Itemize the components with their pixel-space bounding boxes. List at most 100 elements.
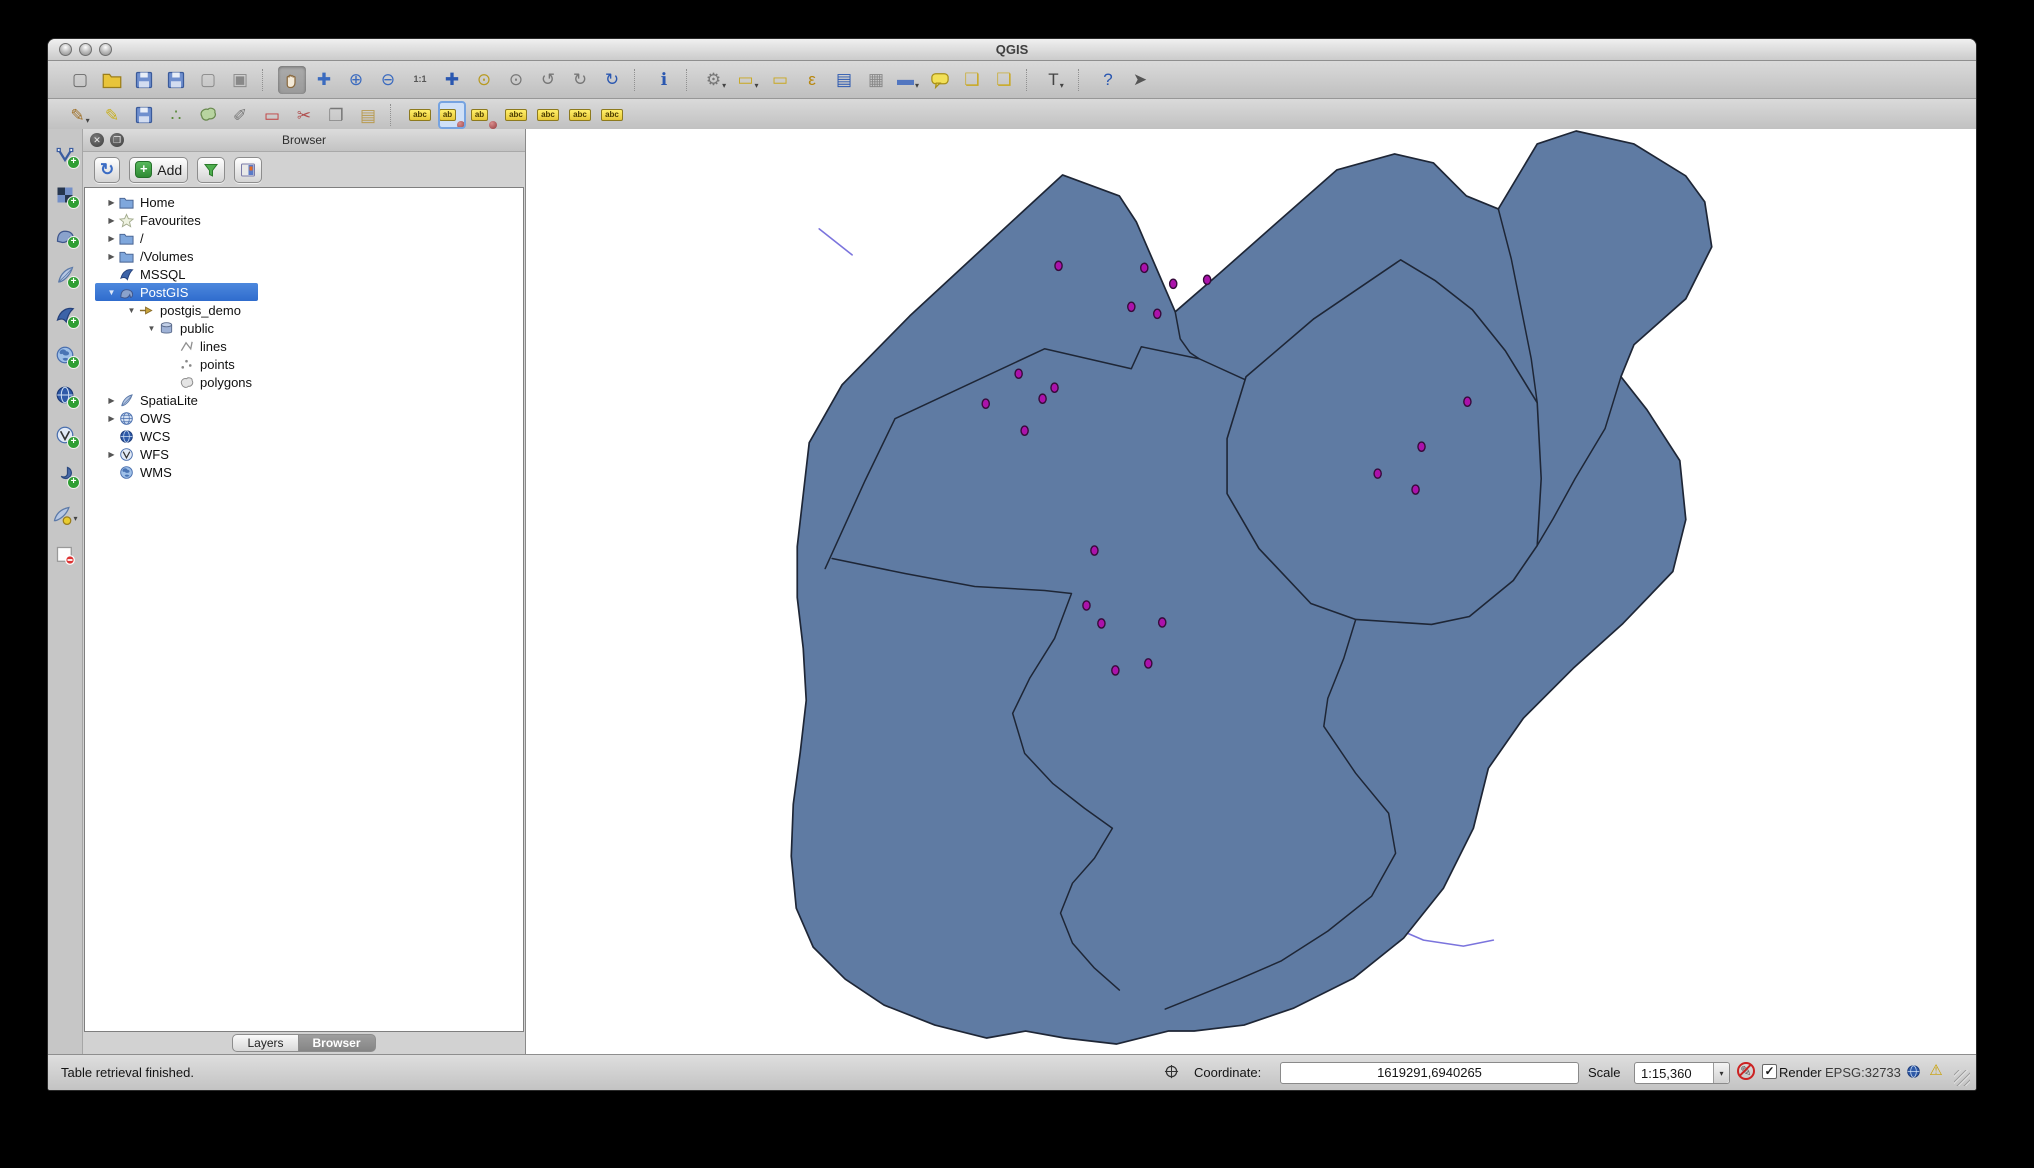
cut-features-button[interactable]: ✂ — [290, 101, 318, 129]
tree-item-home[interactable]: ▶Home — [85, 193, 523, 211]
zoom-next-button[interactable]: ↻ — [566, 66, 594, 94]
refresh-map-button[interactable]: ↻ — [598, 66, 626, 94]
map-tips-button[interactable]: ⚙▾ — [702, 66, 730, 94]
identify-features-button[interactable]: ℹ — [650, 66, 678, 94]
dropdown-arrow-icon[interactable]: ▾ — [755, 81, 759, 94]
add-postgis-layer-button[interactable]: + — [52, 223, 78, 247]
tree-item--[interactable]: ▶/ — [85, 229, 523, 247]
expander-right-icon[interactable]: ▶ — [105, 234, 118, 243]
add-mssql-layer-button[interactable]: + — [52, 303, 78, 327]
map-annotation-button[interactable] — [926, 66, 954, 94]
new-spatialite-layer-button[interactable]: ▾ — [52, 503, 78, 527]
tree-item-points[interactable]: points — [85, 355, 523, 373]
tree-item-wcs[interactable]: WCS — [85, 427, 523, 445]
tree-item-mssql[interactable]: MSSQL — [85, 265, 523, 283]
add-wcs-layer-button[interactable]: + — [52, 383, 78, 407]
pan-to-selection-button[interactable]: ✚ — [310, 66, 338, 94]
add-selected-layers-button[interactable]: + Add — [129, 157, 188, 183]
refresh-browser-button[interactable]: ↻ — [94, 157, 120, 183]
deselect-features-button[interactable]: ▭ — [766, 66, 794, 94]
label-pin-button[interactable]: ab — [438, 101, 466, 129]
minimize-window-button[interactable] — [79, 43, 92, 56]
tab-browser[interactable]: Browser — [299, 1034, 376, 1052]
label-visibility-button[interactable]: abc — [502, 101, 530, 129]
zoom-out-button[interactable]: ⊖ — [374, 66, 402, 94]
crs-projection-icon[interactable] — [1903, 1062, 1923, 1080]
dropdown-arrow-icon[interactable]: ▾ — [73, 514, 77, 527]
expander-right-icon[interactable]: ▶ — [105, 414, 118, 423]
remove-layer-button[interactable] — [52, 543, 78, 567]
zoom-last-button[interactable]: ↺ — [534, 66, 562, 94]
new-print-composer-button[interactable]: ▢ — [194, 66, 222, 94]
dropdown-arrow-icon[interactable]: ▾ — [86, 116, 90, 129]
add-polygon-feature-button[interactable] — [194, 101, 222, 129]
chevron-down-icon[interactable]: ▾ — [1713, 1063, 1729, 1083]
expander-right-icon[interactable]: ▶ — [105, 396, 118, 405]
scale-combo[interactable]: 1:15,360 ▾ — [1634, 1062, 1730, 1084]
dropdown-arrow-icon[interactable]: ▾ — [1060, 81, 1064, 94]
add-vector-layer-button[interactable]: + — [52, 143, 78, 167]
current-edits-button[interactable]: ✎▾ — [66, 101, 94, 129]
save-project-as-button[interactable] — [162, 66, 190, 94]
save-layer-edits-button[interactable] — [130, 101, 158, 129]
filter-browser-button[interactable] — [197, 157, 225, 183]
dropdown-arrow-icon[interactable]: ▾ — [915, 81, 919, 94]
close-window-button[interactable] — [59, 43, 72, 56]
zoom-full-button[interactable]: ✚ — [438, 66, 466, 94]
paste-features-button[interactable]: ▤ — [354, 101, 382, 129]
tree-item-public[interactable]: ▼public — [85, 319, 523, 337]
delete-selected-button[interactable]: ▭ — [258, 101, 286, 129]
zoom-to-selection-button[interactable]: ⊙ — [470, 66, 498, 94]
label-properties-button[interactable]: abc — [598, 101, 626, 129]
add-point-feature-button[interactable]: ∴ — [162, 101, 190, 129]
title-bar[interactable]: QGIS — [48, 39, 1976, 61]
copy-features-button[interactable]: ❐ — [322, 101, 350, 129]
map-canvas[interactable] — [525, 129, 1976, 1055]
show-bookmarks-button[interactable]: ❏ — [990, 66, 1018, 94]
field-calculator-button[interactable]: ε — [798, 66, 826, 94]
tree-item-lines[interactable]: lines — [85, 337, 523, 355]
label-rotate-button[interactable]: abc — [566, 101, 594, 129]
add-wfs-layer-button[interactable]: + — [52, 423, 78, 447]
expander-down-icon[interactable]: ▼ — [105, 288, 118, 297]
select-features-button[interactable]: ▭▾ — [734, 66, 762, 94]
zoom-in-button[interactable]: ⊕ — [342, 66, 370, 94]
tab-layers[interactable]: Layers — [232, 1034, 298, 1052]
open-attribute-table-button[interactable]: ▤ — [830, 66, 858, 94]
node-tool-button[interactable]: ✐ — [226, 101, 254, 129]
tree-item-postgis-demo[interactable]: ▼postgis_demo — [85, 301, 523, 319]
add-spatialite-layer-button[interactable]: + — [52, 263, 78, 287]
zoom-native-button[interactable]: 1:1 — [406, 66, 434, 94]
expander-right-icon[interactable]: ▶ — [105, 252, 118, 261]
add-oracle-layer-button[interactable]: + — [52, 463, 78, 487]
label-toolbar-button[interactable]: abc — [406, 101, 434, 129]
composer-manager-button[interactable]: ▣ — [226, 66, 254, 94]
tree-item-spatialite[interactable]: ▶SpatiaLite — [85, 391, 523, 409]
expander-down-icon[interactable]: ▼ — [125, 306, 138, 315]
label-pin-unpin-button[interactable]: ab — [470, 101, 498, 129]
tree-item-postgis[interactable]: ▼PostGIS — [85, 283, 523, 301]
pan-map-button[interactable] — [278, 66, 306, 94]
text-annotation-button[interactable]: T▾ — [1042, 66, 1070, 94]
expander-right-icon[interactable]: ▶ — [105, 450, 118, 459]
open-project-button[interactable] — [98, 66, 126, 94]
expander-right-icon[interactable]: ▶ — [105, 198, 118, 207]
statistical-summary-button[interactable]: ▦ — [862, 66, 890, 94]
new-project-button[interactable]: ▢ — [66, 66, 94, 94]
toggle-editing-button[interactable]: ✎ — [98, 101, 126, 129]
close-panel-icon[interactable]: ✕ — [90, 133, 104, 147]
messages-warning-icon[interactable]: ⚠ — [1926, 1061, 1946, 1079]
tree-item-ows[interactable]: ▶OWS — [85, 409, 523, 427]
tree-item--volumes[interactable]: ▶/Volumes — [85, 247, 523, 265]
add-wms-layer-button[interactable]: + — [52, 343, 78, 367]
save-project-button[interactable] — [130, 66, 158, 94]
whats-this-button[interactable]: ➤ — [1126, 66, 1154, 94]
tree-item-polygons[interactable]: polygons — [85, 373, 523, 391]
collapse-all-button[interactable] — [234, 157, 262, 183]
tree-item-wms[interactable]: WMS — [85, 463, 523, 481]
help-button[interactable]: ? — [1094, 66, 1122, 94]
label-move-button[interactable]: abc — [534, 101, 562, 129]
dropdown-arrow-icon[interactable]: ▾ — [722, 81, 726, 94]
zoom-window-button[interactable] — [99, 43, 112, 56]
render-checkbox[interactable]: ✓ — [1762, 1064, 1777, 1079]
